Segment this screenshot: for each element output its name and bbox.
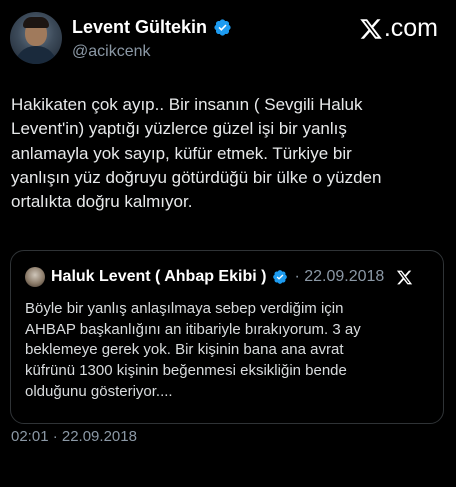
quoted-tweet-header: Haluk Levent ( Ahbap Ekibi ) · 22.09.201…	[25, 267, 413, 287]
x-logo-icon	[360, 18, 382, 39]
verified-badge-icon	[214, 19, 231, 36]
author-name-row[interactable]: Levent Gültekin	[72, 17, 232, 38]
quoted-tweet-date[interactable]: · 22.09.2018	[294, 268, 384, 286]
verified-badge-icon	[273, 270, 288, 284]
x-logo-icon	[397, 270, 413, 284]
author-handle[interactable]: @acikcenk	[72, 43, 151, 61]
author-display-name[interactable]: Levent Gültekin	[72, 17, 207, 38]
quoted-tweet-card[interactable]: Haluk Levent ( Ahbap Ekibi ) · 22.09.201…	[10, 250, 444, 424]
avatar-hair-shape	[23, 17, 49, 28]
logo-text: .com	[383, 14, 438, 42]
quoted-author-avatar[interactable]	[25, 267, 45, 287]
author-avatar[interactable]	[10, 12, 62, 64]
tweet-timestamp[interactable]: 02:01 · 22.09.2018	[11, 428, 137, 445]
quoted-tweet-text: Böyle bir yanlış anlaşılmaya sebep verdi…	[25, 300, 361, 400]
quoted-author-name[interactable]: Haluk Levent ( Ahbap Ekibi )	[51, 268, 266, 286]
tweet-text: Hakikaten çok ayıp.. Bir insanın ( Sevgi…	[11, 95, 382, 212]
avatar-body-shape	[15, 46, 57, 64]
x-com-logo: .com	[359, 14, 438, 43]
